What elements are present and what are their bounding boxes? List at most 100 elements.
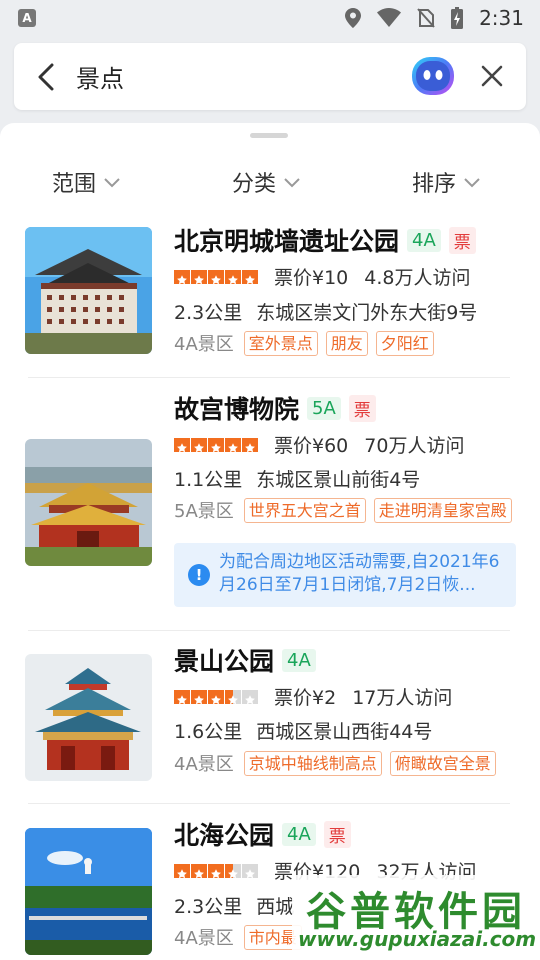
star-icon — [174, 689, 190, 704]
notice-text: 为配合周边地区活动需要,自2021年6月26日至7月1日闭馆,7月2日恢... — [219, 552, 500, 595]
level-badge: 4A — [282, 822, 316, 846]
star-icon — [174, 269, 190, 284]
search-bar: 景点 — [14, 43, 526, 110]
level-badge: 4A — [282, 648, 316, 672]
star-icon — [174, 863, 190, 878]
filter-category[interactable]: 分类 — [232, 155, 300, 209]
photo-pavilion — [25, 654, 152, 781]
star-icon — [208, 437, 224, 452]
star-icon — [191, 689, 207, 704]
price: 票价¥60 — [274, 435, 349, 457]
clear-search-button[interactable] — [472, 56, 512, 96]
filter-sort[interactable]: 排序 — [412, 155, 480, 209]
star-icon — [242, 689, 258, 704]
rating-row: 票价¥60 70万人访问 — [174, 431, 464, 458]
search-query[interactable]: 景点 — [76, 59, 124, 94]
back-arrow-icon — [38, 63, 54, 90]
results-panel: 范围 分类 排序 北京明城墙遗址公园 4A 票 票价¥10 4.8万人访问 2.… — [0, 123, 540, 960]
tags-row: 4A景区 室外景点 朋友 夕阳红 — [174, 330, 434, 356]
assistant-bot-icon[interactable] — [410, 53, 456, 99]
location-line: 1.1公里 东城区景山前街4号 — [174, 465, 420, 492]
tag: 走进明清皇家宫殿 — [373, 497, 512, 523]
clock: 2:31 — [479, 6, 524, 30]
no-sim-icon — [417, 8, 435, 28]
ticket-badge: 票 — [323, 820, 351, 848]
spot-name: 景山公园 — [174, 647, 275, 676]
distance: 2.3公里 — [174, 896, 243, 918]
address: 西城区景山西街44号 — [256, 721, 433, 743]
filter-label: 排序 — [412, 172, 457, 197]
photo-forbidden-city — [25, 439, 152, 566]
chevron-down-icon — [284, 178, 300, 188]
visitor-count: 70万人访问 — [364, 435, 465, 457]
tag: 世界五大宫之首 — [243, 497, 366, 523]
battery-charging-icon — [451, 7, 464, 29]
star-icon — [191, 269, 207, 284]
chevron-down-icon — [104, 178, 120, 188]
tag: 夕阳红 — [375, 330, 434, 356]
address: 东城区崇文门外东大街9号 — [256, 302, 478, 324]
filter-label: 范围 — [52, 172, 97, 197]
price: 票价¥2 — [274, 687, 337, 709]
chevron-down-icon — [464, 178, 480, 188]
level-badge: 4A — [407, 228, 441, 252]
title-row: 故宫博物院 5A 票 — [174, 390, 376, 426]
result-card[interactable]: 故宫博物院 5A 票 票价¥60 70万人访问 1.1公里 东城区景山前街4号 5… — [0, 385, 540, 623]
watermark: 谷普软件园 www.gupuxiazai.com — [292, 875, 538, 957]
star-icon — [208, 689, 224, 704]
title-row: 景山公园 4A — [174, 642, 316, 678]
spot-name: 北海公园 — [174, 821, 275, 850]
distance: 1.1公里 — [174, 469, 243, 491]
divider — [28, 630, 510, 631]
grade-label: 4A景区 — [174, 754, 234, 775]
result-card[interactable]: 景山公园 4A 票价¥2 17万人访问 1.6公里 西城区景山西街44号 4A景区… — [0, 638, 540, 798]
result-card[interactable]: 北京明城墙遗址公园 4A 票 票价¥10 4.8万人访问 2.3公里 东城区崇文门… — [0, 218, 540, 378]
spot-name: 北京明城墙遗址公园 — [174, 227, 400, 256]
back-button[interactable] — [14, 43, 78, 110]
star-icon — [191, 863, 207, 878]
ticket-badge: 票 — [348, 394, 376, 422]
location-line: 2.3公里 东城区崇文门外东大街9号 — [174, 298, 477, 325]
divider — [28, 377, 510, 378]
rating-stars — [174, 269, 258, 284]
star-icon — [242, 269, 258, 284]
star-icon — [225, 689, 241, 704]
star-icon — [242, 437, 258, 452]
tags-row: 5A景区 世界五大宫之首 走进明清皇家宫殿 — [174, 497, 512, 523]
tags-row: 4A景区 市内最 — [174, 924, 302, 950]
location-line: 2.3公里 西城 — [174, 892, 294, 919]
visitor-count: 4.8万人访问 — [364, 267, 471, 289]
tags-row: 4A景区 京城中轴线制高点 俯瞰故宫全景 — [174, 750, 496, 776]
tag: 朋友 — [325, 330, 368, 356]
info-icon: ! — [188, 564, 210, 586]
filter-bar: 范围 分类 排序 — [0, 155, 540, 209]
grade-label: 4A景区 — [174, 928, 234, 949]
location-icon — [345, 8, 362, 28]
address: 西城 — [256, 896, 295, 918]
price: 票价¥10 — [274, 267, 349, 289]
rating-stars — [174, 437, 258, 452]
rating-stars — [174, 689, 258, 704]
closure-notice[interactable]: ! 为配合周边地区活动需要,自2021年6月26日至7月1日闭馆,7月2日恢..… — [174, 543, 516, 607]
distance: 2.3公里 — [174, 302, 243, 324]
drag-handle[interactable] — [250, 133, 288, 138]
title-row: 北海公园 4A 票 — [174, 816, 351, 852]
filter-range[interactable]: 范围 — [52, 155, 120, 209]
filter-label: 分类 — [232, 172, 277, 197]
photo-city-wall — [25, 227, 152, 354]
star-icon — [208, 863, 224, 878]
star-icon — [208, 269, 224, 284]
notification-icon: A — [18, 9, 36, 27]
wifi-icon — [377, 8, 402, 27]
close-icon — [481, 65, 503, 87]
level-badge: 5A — [307, 396, 341, 420]
tag: 俯瞰故宫全景 — [389, 750, 496, 776]
distance: 1.6公里 — [174, 721, 243, 743]
grade-label: 5A景区 — [174, 501, 234, 522]
tag: 京城中轴线制高点 — [243, 750, 382, 776]
spot-name: 故宫博物院 — [174, 395, 300, 424]
grade-label: 4A景区 — [174, 334, 234, 355]
tag: 室外景点 — [243, 330, 318, 356]
star-icon — [174, 437, 190, 452]
title-row: 北京明城墙遗址公园 4A 票 — [174, 222, 476, 258]
